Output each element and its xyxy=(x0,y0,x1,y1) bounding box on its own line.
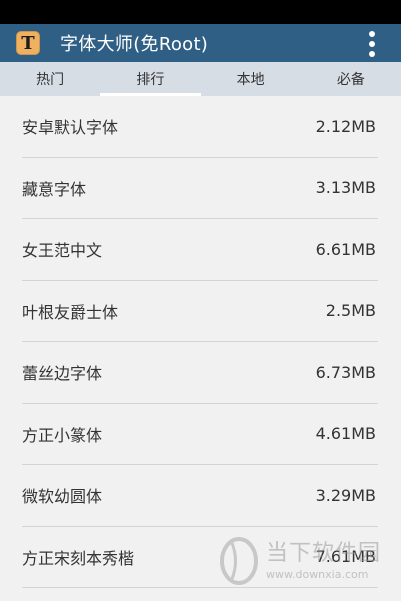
font-name: 叶根友爵士体 xyxy=(22,302,119,322)
font-list-item[interactable]: 女王范中文 6.61MB xyxy=(22,219,378,281)
font-size: 2.5MB xyxy=(325,301,376,321)
font-size: 4.61MB xyxy=(315,424,376,444)
font-name: 蕾丝边字体 xyxy=(22,364,103,384)
font-list-item[interactable]: 叶根友爵士体 2.5MB xyxy=(22,281,378,342)
font-name: 藏意字体 xyxy=(22,179,87,199)
status-bar xyxy=(0,0,401,24)
font-name: 女王范中文 xyxy=(22,241,103,261)
font-list-item[interactable]: 蕾丝边字体 6.73MB xyxy=(22,342,378,404)
app-title: 字体大师(免Root) xyxy=(60,34,209,55)
font-size: 3.13MB xyxy=(315,178,376,198)
font-name: 微软幼圆体 xyxy=(22,487,103,507)
tab-local[interactable]: 本地 xyxy=(201,62,301,96)
overflow-menu-icon[interactable] xyxy=(369,31,375,57)
tab-ranking[interactable]: 排行 xyxy=(100,62,201,96)
font-list-item[interactable]: 安卓默认字体 2.12MB xyxy=(22,96,378,158)
font-name: 方正宋刻本秀楷 xyxy=(22,548,135,568)
font-list-item[interactable]: 微软幼圆体 3.29MB xyxy=(22,465,378,527)
font-list-item[interactable]: 方正宋刻本秀楷 7.61MB xyxy=(22,527,378,588)
font-list: 安卓默认字体 2.12MB 藏意字体 3.13MB 女王范中文 6.61MB 叶… xyxy=(0,96,401,588)
overflow-dot xyxy=(369,51,375,57)
font-list-item[interactable]: 方正小篆体 4.61MB xyxy=(22,404,378,465)
tab-hot[interactable]: 热门 xyxy=(0,62,100,96)
app-icon: T xyxy=(16,31,40,55)
font-size: 6.61MB xyxy=(315,239,376,259)
font-size: 7.61MB xyxy=(315,547,376,567)
app-bar: T 字体大师(免Root) xyxy=(0,24,401,62)
font-list-item[interactable]: 藏意字体 3.13MB xyxy=(22,158,378,219)
tab-essential[interactable]: 必备 xyxy=(301,62,401,96)
font-size: 6.73MB xyxy=(315,362,376,382)
overflow-dot xyxy=(369,31,375,37)
font-size: 2.12MB xyxy=(315,116,376,136)
font-name: 方正小篆体 xyxy=(22,425,103,445)
font-size: 3.29MB xyxy=(315,485,376,505)
tab-bar: 热门 排行 本地 必备 xyxy=(0,62,401,96)
font-name: 安卓默认字体 xyxy=(22,118,119,138)
overflow-dot xyxy=(369,41,375,47)
